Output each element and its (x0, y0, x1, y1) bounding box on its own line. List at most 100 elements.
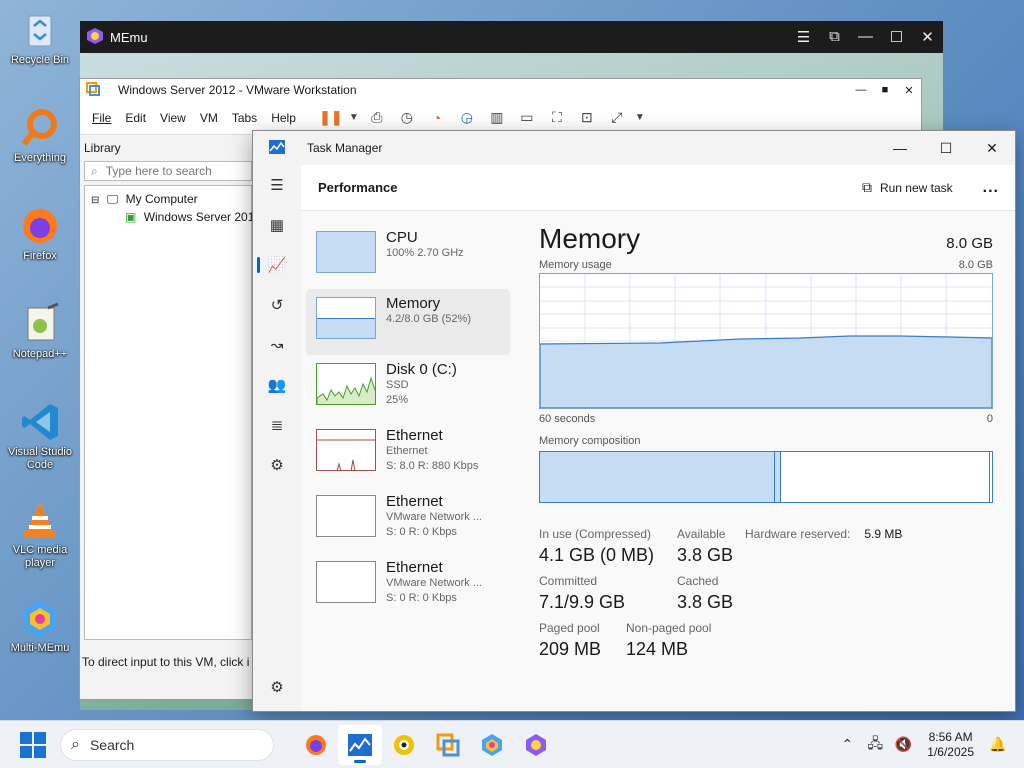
menu-tabs[interactable]: Tabs (232, 111, 257, 125)
start-button[interactable] (20, 731, 46, 758)
library-tree: ⊟ 🖵 My Computer ▣ Windows Server 201 (84, 185, 254, 640)
memory-composition-bar (539, 451, 993, 503)
more-options-button[interactable]: ... (983, 179, 999, 197)
performance-icon[interactable]: 📈 (253, 245, 301, 285)
minimize-button[interactable]: — (849, 84, 873, 97)
memory-usage-label: Memory usage (539, 259, 612, 271)
non-paged-pool-value: 124 MB (626, 639, 689, 659)
menu-view[interactable]: View (160, 111, 186, 125)
minimize-button[interactable]: — (850, 28, 881, 46)
hamburger-menu-icon[interactable]: ☰ (253, 165, 301, 205)
run-new-task-button[interactable]: ⧉ Run new task (862, 179, 953, 196)
volume-muted-icon[interactable]: 🔇 (889, 736, 917, 753)
desktop-icon-notepad-plus-plus[interactable]: Notepad++ (4, 302, 76, 361)
maximize-button[interactable]: ☐ (923, 140, 969, 157)
menu-file[interactable]: File (92, 111, 111, 125)
taskbar-clock[interactable]: 8:56 AM 1/6/2025 (927, 730, 974, 760)
tree-item-vm[interactable]: ▣ Windows Server 201 (91, 208, 254, 226)
maximize-button[interactable]: ■ (873, 84, 897, 97)
resource-item-ethernet-2[interactable]: Ethernet VMware Network ... S: 0 R: 0 Kb… (306, 487, 510, 553)
taskbar-memu-icon[interactable] (514, 725, 558, 765)
app-history-icon[interactable]: ↺ (253, 285, 301, 325)
graph-time-left: 60 seconds (539, 413, 596, 425)
taskbar-search-box[interactable]: ⌕ Search (60, 728, 274, 761)
desktop-icon-firefox[interactable]: Firefox (4, 204, 76, 263)
committed-label: Committed (539, 574, 598, 588)
snapshot-icon[interactable]: ◷ (392, 109, 422, 126)
resource-item-ethernet-3[interactable]: Ethernet VMware Network ... S: 0 R: 0 Kb… (306, 553, 510, 619)
desktop-icon-vscode[interactable]: Visual Studio Code (4, 400, 76, 472)
resource-item-cpu[interactable]: CPU 100% 2.70 GHz (306, 223, 510, 289)
console-icon[interactable]: ⊡ (572, 109, 602, 126)
memory-detail-panel: Memory 8.0 GB Memory usage 8.0 GB 60 sec… (539, 223, 993, 668)
resource-detail: 100% 2.70 GHz (386, 247, 464, 259)
vmware-status-text: To direct input to this VM, click i (82, 655, 250, 669)
taskbar-vmware-icon[interactable] (426, 725, 470, 765)
settings-icon[interactable]: ⚙ (253, 667, 301, 707)
vmware-title-bar[interactable]: Windows Server 2012 - VMware Workstation… (80, 79, 921, 101)
maximize-button[interactable]: ☐ (881, 28, 912, 46)
fullscreen-icon[interactable]: ⛶ (542, 109, 572, 126)
memory-capacity: 8.0 GB (946, 235, 993, 252)
vmware-title: Windows Server 2012 - VMware Workstation (118, 83, 357, 97)
menu-edit[interactable]: Edit (125, 111, 146, 125)
taskbar-firefox-icon[interactable] (294, 725, 338, 765)
close-button[interactable]: ✕ (897, 84, 921, 97)
single-view-icon[interactable]: ▭ (512, 109, 542, 126)
memu-title-bar[interactable]: MEmu ☰ ⧉ — ☐ ✕ (80, 21, 943, 53)
tree-item-my-computer[interactable]: ⊟ 🖵 My Computer (91, 190, 245, 208)
menu-vm[interactable]: VM (200, 111, 218, 125)
desktop-icon-label: Firefox (23, 250, 57, 262)
stretch-icon[interactable]: ⤢ (602, 109, 632, 126)
processes-icon[interactable]: ▦ (253, 205, 301, 245)
minimize-button[interactable]: — (877, 140, 923, 157)
resource-item-disk[interactable]: Disk 0 (C:) SSD 25% (306, 355, 510, 421)
chevron-up-icon[interactable]: ⌃ (833, 736, 861, 753)
paged-pool-label: Paged pool (539, 621, 600, 635)
desktop-icon-recycle-bin[interactable]: Recycle Bin (4, 8, 76, 67)
recycle-bin-icon (18, 8, 62, 52)
details-icon[interactable]: ≣ (253, 405, 301, 445)
desktop-icon-vlc[interactable]: VLC media player (4, 498, 76, 570)
memu-pin-icon[interactable]: ⧉ (819, 28, 850, 46)
memu-logo-icon (86, 27, 104, 48)
hardware-reserved-label: Hardware reserved: (745, 527, 851, 541)
library-search-placeholder: Type here to search (105, 164, 212, 178)
vscode-icon (18, 400, 62, 444)
close-button[interactable]: ✕ (969, 140, 1015, 157)
send-ctrl-alt-del-icon[interactable]: ⎙ (362, 109, 392, 126)
firefox-icon (18, 204, 62, 248)
menu-help[interactable]: Help (271, 111, 296, 125)
task-manager-title-bar[interactable]: Task Manager — ☐ ✕ (253, 131, 1015, 165)
clock-date: 1/6/2025 (927, 744, 974, 759)
memu-menu-icon[interactable]: ☰ (788, 28, 819, 46)
library-view-icon[interactable]: ▥ (482, 109, 512, 126)
memory-usage-max: 8.0 GB (958, 259, 993, 271)
services-icon[interactable]: ⚙ (253, 445, 301, 485)
resource-detail: VMware Network ... (386, 577, 482, 589)
notification-bell-icon[interactable]: 🔔 (984, 736, 1012, 753)
startup-apps-icon[interactable]: ↝ (253, 325, 301, 365)
taskbar-remote-desktop-icon[interactable] (382, 725, 426, 765)
library-panel: Library ⌕ Type here to search ⊟ 🖵 My Com… (82, 137, 254, 645)
desktop-icon-multi-memu[interactable]: Multi-MEmu (4, 596, 76, 655)
revert-snapshot-icon[interactable]: ◔ (422, 110, 452, 126)
network-icon[interactable]: 🖧 (861, 733, 889, 757)
taskbar-task-manager-icon[interactable] (338, 724, 382, 765)
resource-name: Memory (386, 295, 441, 312)
resource-item-ethernet-1[interactable]: Ethernet Ethernet S: 8.0 R: 880 Kbps (306, 421, 510, 487)
library-search-input[interactable]: ⌕ Type here to search (84, 161, 252, 181)
chevron-down-icon[interactable]: ▼ (346, 112, 362, 123)
chevron-down-icon[interactable]: ▼ (632, 112, 648, 123)
taskbar-apps (294, 724, 558, 765)
desktop-icon-everything[interactable]: Everything (4, 106, 76, 165)
pause-icon[interactable]: ❚❚ (316, 109, 346, 126)
memory-reserved-segment (989, 452, 992, 502)
collapse-icon[interactable]: ⊟ (91, 195, 99, 206)
close-button[interactable]: ✕ (912, 28, 943, 46)
taskbar-multi-memu-icon[interactable] (470, 725, 514, 765)
users-icon[interactable]: 👥 (253, 365, 301, 405)
memu-title: MEmu (110, 29, 148, 45)
snapshot-manager-icon[interactable]: ◶ (452, 109, 482, 126)
resource-item-memory[interactable]: Memory 4.2/8.0 GB (52%) (306, 289, 510, 355)
